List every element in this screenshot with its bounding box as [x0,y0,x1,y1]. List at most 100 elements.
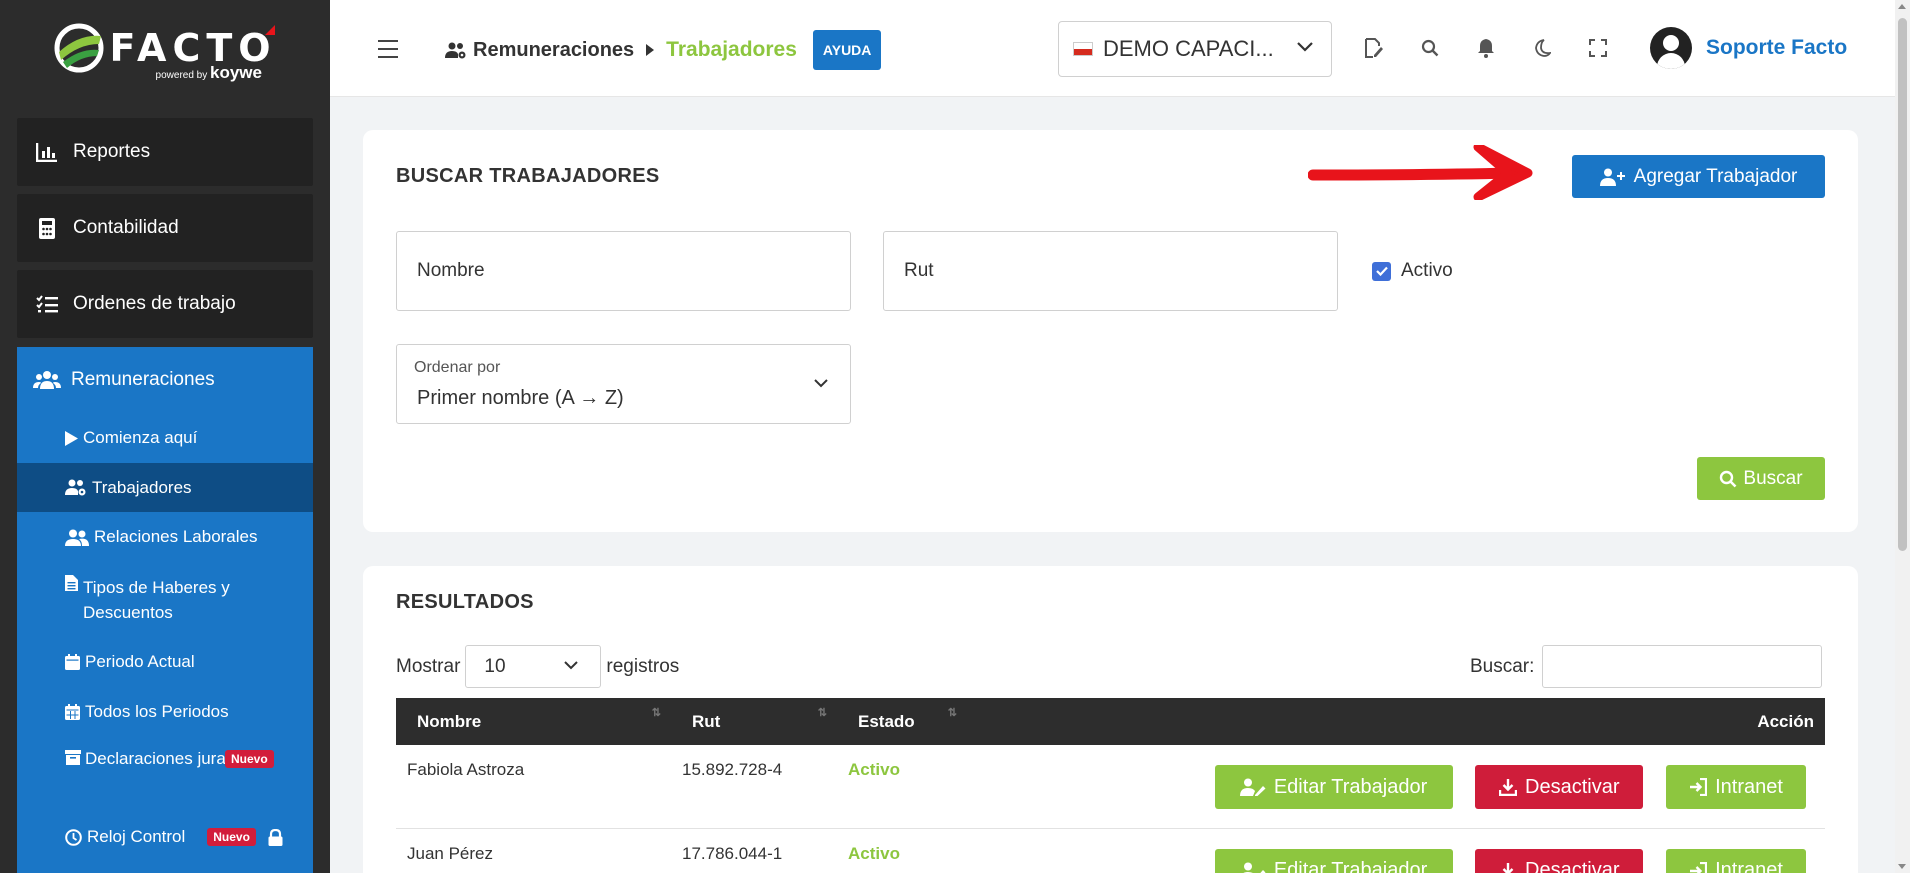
column-header-estado[interactable]: Estado ⇅ [837,698,967,745]
sidebar-subitem-comienza-aqui[interactable]: Comienza aquí [17,413,313,463]
fullscreen-icon[interactable] [1586,36,1610,60]
workers-table: Nombre ⇅ Rut ⇅ Estado ⇅ Acción Fabiola Astr… [396,698,1825,873]
results-card-title: RESULTADOS [396,591,534,613]
sidebar-subitem-periodo-actual[interactable]: Periodo Actual [17,637,313,687]
moon-icon[interactable] [1530,36,1554,60]
sidebar-item-remuneraciones[interactable]: Remuneraciones [17,347,313,413]
column-header-nombre[interactable]: Nombre ⇅ [396,698,671,745]
rut-input[interactable]: Rut [883,231,1338,311]
sidebar-item-contabilidad[interactable]: Contabilidad [17,194,313,262]
company-name: DEMO CAPACI... [1103,36,1274,61]
intranet-button[interactable]: Intranet [1666,765,1806,809]
download-icon [1499,778,1518,796]
bell-icon[interactable] [1474,36,1498,60]
user-name: Soporte Facto [1706,36,1848,59]
table-filter-input[interactable] [1542,645,1823,688]
edit-worker-button[interactable]: Editar Trabajador [1214,848,1453,873]
chevron-down-icon [814,379,828,388]
sidebar-subitem-label: Reloj Control [87,827,186,846]
order-by-value: Primer nombre (A → Z) [417,387,624,409]
edit-worker-button[interactable]: Editar Trabajador [1214,765,1453,809]
page-size-value: 10 [484,655,506,677]
sidebar-subitem-label: Todos los Periodos [85,702,229,721]
cell-status: Activo [848,760,900,779]
results-card: RESULTADOS Mostrar 10 registros Buscar: … [363,566,1858,873]
user-group-icon [65,529,89,546]
table-row: Juan Pérez 17.786.044-1 Activo Editar Tr… [396,828,1825,873]
sign-in-icon [1689,778,1708,796]
show-label: Mostrar [396,655,461,677]
document-edit-icon[interactable] [1362,36,1386,60]
sidebar-subitem-trabajadores[interactable]: Trabajadores [17,463,313,512]
bar-chart-icon [35,141,59,163]
hamburger-menu-icon[interactable] [378,40,398,64]
deactivate-button[interactable]: Desactivar [1475,765,1644,809]
calendar-icon [65,654,80,670]
sidebar-subitem-reloj-control[interactable]: Reloj Control Nuevo [17,812,313,862]
help-button[interactable]: AYUDA [812,30,882,70]
company-selector[interactable]: DEMO CAPACI... [1058,21,1332,77]
sidebar-item-ordenes-de-trabajo[interactable]: Ordenes de trabajo [17,270,313,338]
deactivate-button[interactable]: Desactivar [1475,848,1644,873]
filter-label: Buscar: [1470,655,1535,677]
name-input[interactable]: Nombre [396,231,851,311]
user-menu[interactable]: Soporte Facto [1650,27,1847,69]
user-edit-icon [1239,778,1266,796]
scroll-up-icon[interactable] [1898,4,1906,9]
search-icon[interactable] [1418,36,1442,60]
page-scrollbar[interactable] [1895,0,1910,873]
add-worker-label: Agregar Trabajador [1633,165,1798,187]
powered-by: powered by koywe [155,63,262,82]
order-by-label: Ordenar por [414,359,501,376]
sidebar: FACTO powered by koywe Reportes Contabil… [0,0,330,873]
intranet-button[interactable]: Intranet [1666,848,1806,873]
new-badge: Nuevo [207,828,256,846]
page-size-select[interactable]: 10 [465,645,602,688]
sidebar-item-reportes[interactable]: Reportes [17,118,313,186]
sort-icon: ⇅ [651,707,661,719]
sidebar-subitem-todos-los-periodos[interactable]: Todos los Periodos [17,687,313,737]
add-worker-button[interactable]: Agregar Trabajador [1572,155,1825,198]
user-plus-icon [1599,168,1626,186]
sidebar-subitem-label: Comienza aquí [83,428,198,447]
sidebar-item-label: Reportes [73,141,151,162]
play-icon [65,430,78,446]
records-label: registros [606,655,680,677]
cell-actions: Editar Trabajador Desactivar Intranet [967,745,1825,828]
facto-logo[interactable]: FACTO powered by koywe [0,0,330,95]
calculator-icon [35,217,59,239]
annotation-arrow-icon [1308,145,1533,200]
scrollbar-thumb[interactable] [1898,18,1907,551]
clock-icon [65,828,82,846]
chevron-down-icon [1297,42,1313,52]
search-icon [1719,470,1737,488]
sidebar-subitem-declaraciones-juradas[interactable]: Declaraciones juradas Nuevo [17,737,313,812]
cell-name: Fabiola Astroza [407,760,525,779]
cell-rut: 17.786.044-1 [682,843,783,863]
scroll-down-icon[interactable] [1898,864,1906,869]
search-card-title: BUSCAR TRABAJADORES [396,165,660,187]
sidebar-item-label: Ordenes de trabajo [73,293,236,314]
chevron-down-icon [564,661,579,670]
cell-status: Activo [848,843,900,863]
order-by-select[interactable]: Ordenar por Primer nombre (A → Z) [396,344,851,424]
users-gear-icon [445,42,466,58]
table-row: Fabiola Astroza 15.892.728-4 Activo Edit… [396,745,1825,828]
cell-actions: Editar Trabajador Desactivar Intranet [967,828,1825,873]
breadcrumb-section[interactable]: Remuneraciones [445,39,634,62]
sort-icon: ⇅ [817,707,827,719]
sign-in-icon [1689,861,1708,873]
active-checkbox[interactable] [1372,261,1391,281]
cell-name: Juan Pérez [407,843,493,863]
search-button[interactable]: Buscar [1697,457,1825,500]
active-filter: Activo [1372,260,1453,282]
new-badge: Nuevo [225,750,274,768]
active-checkbox-label: Activo [1401,260,1453,281]
sidebar-subitem-relaciones-laborales[interactable]: Relaciones Laborales [17,512,313,562]
table-header-row: Nombre ⇅ Rut ⇅ Estado ⇅ Acción [396,698,1825,745]
chile-flag-icon [1073,42,1093,56]
search-workers-card: BUSCAR TRABAJADORES Agregar Trabajador N… [363,130,1858,532]
sidebar-subitem-tipos-de-haberes[interactable]: Tipos de Haberes y Descuentos [17,562,313,637]
column-header-rut[interactable]: Rut ⇅ [671,698,837,745]
logo-accent-icon [265,25,275,35]
